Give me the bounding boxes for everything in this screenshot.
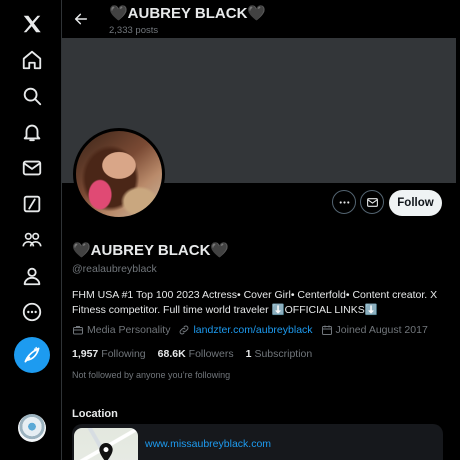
- location-link[interactable]: www.missaubreyblack.com: [145, 438, 271, 450]
- link-icon: [180, 325, 189, 335]
- website-link[interactable]: landzter.com/aubreyblack: [193, 324, 312, 336]
- website-meta: landzter.com/aubreyblack: [178, 324, 313, 336]
- map-pin-icon: [99, 443, 113, 460]
- followers-count: 68.6K: [157, 348, 186, 360]
- followers-label: Followers: [188, 348, 234, 360]
- message-button[interactable]: [360, 190, 384, 214]
- following-label: Following: [101, 348, 146, 360]
- profile-handle: @realaubreyblack: [72, 263, 157, 275]
- explore-icon[interactable]: [14, 78, 50, 114]
- profile-stats: 1,957 Following 68.6K Followers 1 Subscript…: [72, 348, 324, 360]
- follow-button[interactable]: Follow: [389, 190, 442, 216]
- arrow-left-icon: [74, 13, 88, 25]
- calendar-icon: [321, 325, 332, 335]
- more-horizontal-icon: [339, 200, 349, 204]
- messages-icon[interactable]: [14, 150, 50, 186]
- back-button[interactable]: [68, 6, 94, 32]
- joined-label: Joined August 2017: [335, 324, 428, 336]
- notifications-icon[interactable]: [14, 114, 50, 150]
- not-followed-note: Not followed by anyone you’re following: [72, 370, 231, 380]
- briefcase-icon: [73, 326, 83, 335]
- post-icon: [24, 346, 40, 363]
- profile-main: 🖤AUBREY BLACK🖤 2,333 posts Follow 🖤AUBRE…: [62, 0, 456, 460]
- home-icon[interactable]: [14, 42, 50, 78]
- left-nav: [0, 0, 62, 460]
- envelope-icon: [366, 197, 378, 207]
- subscription-stat[interactable]: 1 Subscription: [246, 348, 313, 360]
- subscription-label: Subscription: [254, 348, 313, 360]
- following-stat[interactable]: 1,957 Following: [72, 348, 146, 360]
- account-switcher-avatar[interactable]: [18, 414, 46, 442]
- profile-icon[interactable]: [14, 258, 50, 294]
- joined-meta: Joined August 2017: [321, 324, 428, 336]
- post-button[interactable]: [14, 337, 50, 373]
- profile-meta: Media Personality landzter.com/aubreybla…: [72, 324, 452, 336]
- followers-stat[interactable]: 68.6K Followers: [158, 348, 234, 360]
- communities-icon[interactable]: [14, 222, 50, 258]
- page-title: 🖤AUBREY BLACK🖤: [109, 5, 267, 22]
- x-logo-icon[interactable]: [14, 6, 50, 42]
- map-thumbnail: [74, 428, 138, 460]
- following-count: 1,957: [72, 348, 99, 360]
- more-icon[interactable]: [14, 294, 50, 330]
- profile-avatar[interactable]: [73, 128, 165, 220]
- location-card[interactable]: www.missaubreyblack.com: [72, 424, 443, 460]
- grok-icon[interactable]: [14, 186, 50, 222]
- profile-topbar: 🖤AUBREY BLACK🖤 2,333 posts: [62, 0, 456, 38]
- category-label: Media Personality: [87, 324, 171, 336]
- profile-display-name: 🖤AUBREY BLACK🖤: [72, 242, 230, 259]
- posts-count: 2,333 posts: [109, 25, 159, 36]
- category-meta: Media Personality: [72, 324, 170, 336]
- profile-bio: FHM USA #1 Top 100 2023 Actress• Cover G…: [72, 289, 438, 316]
- more-options-button[interactable]: [332, 190, 356, 214]
- subscription-count: 1: [245, 348, 252, 360]
- location-section-title: Location: [72, 408, 118, 420]
